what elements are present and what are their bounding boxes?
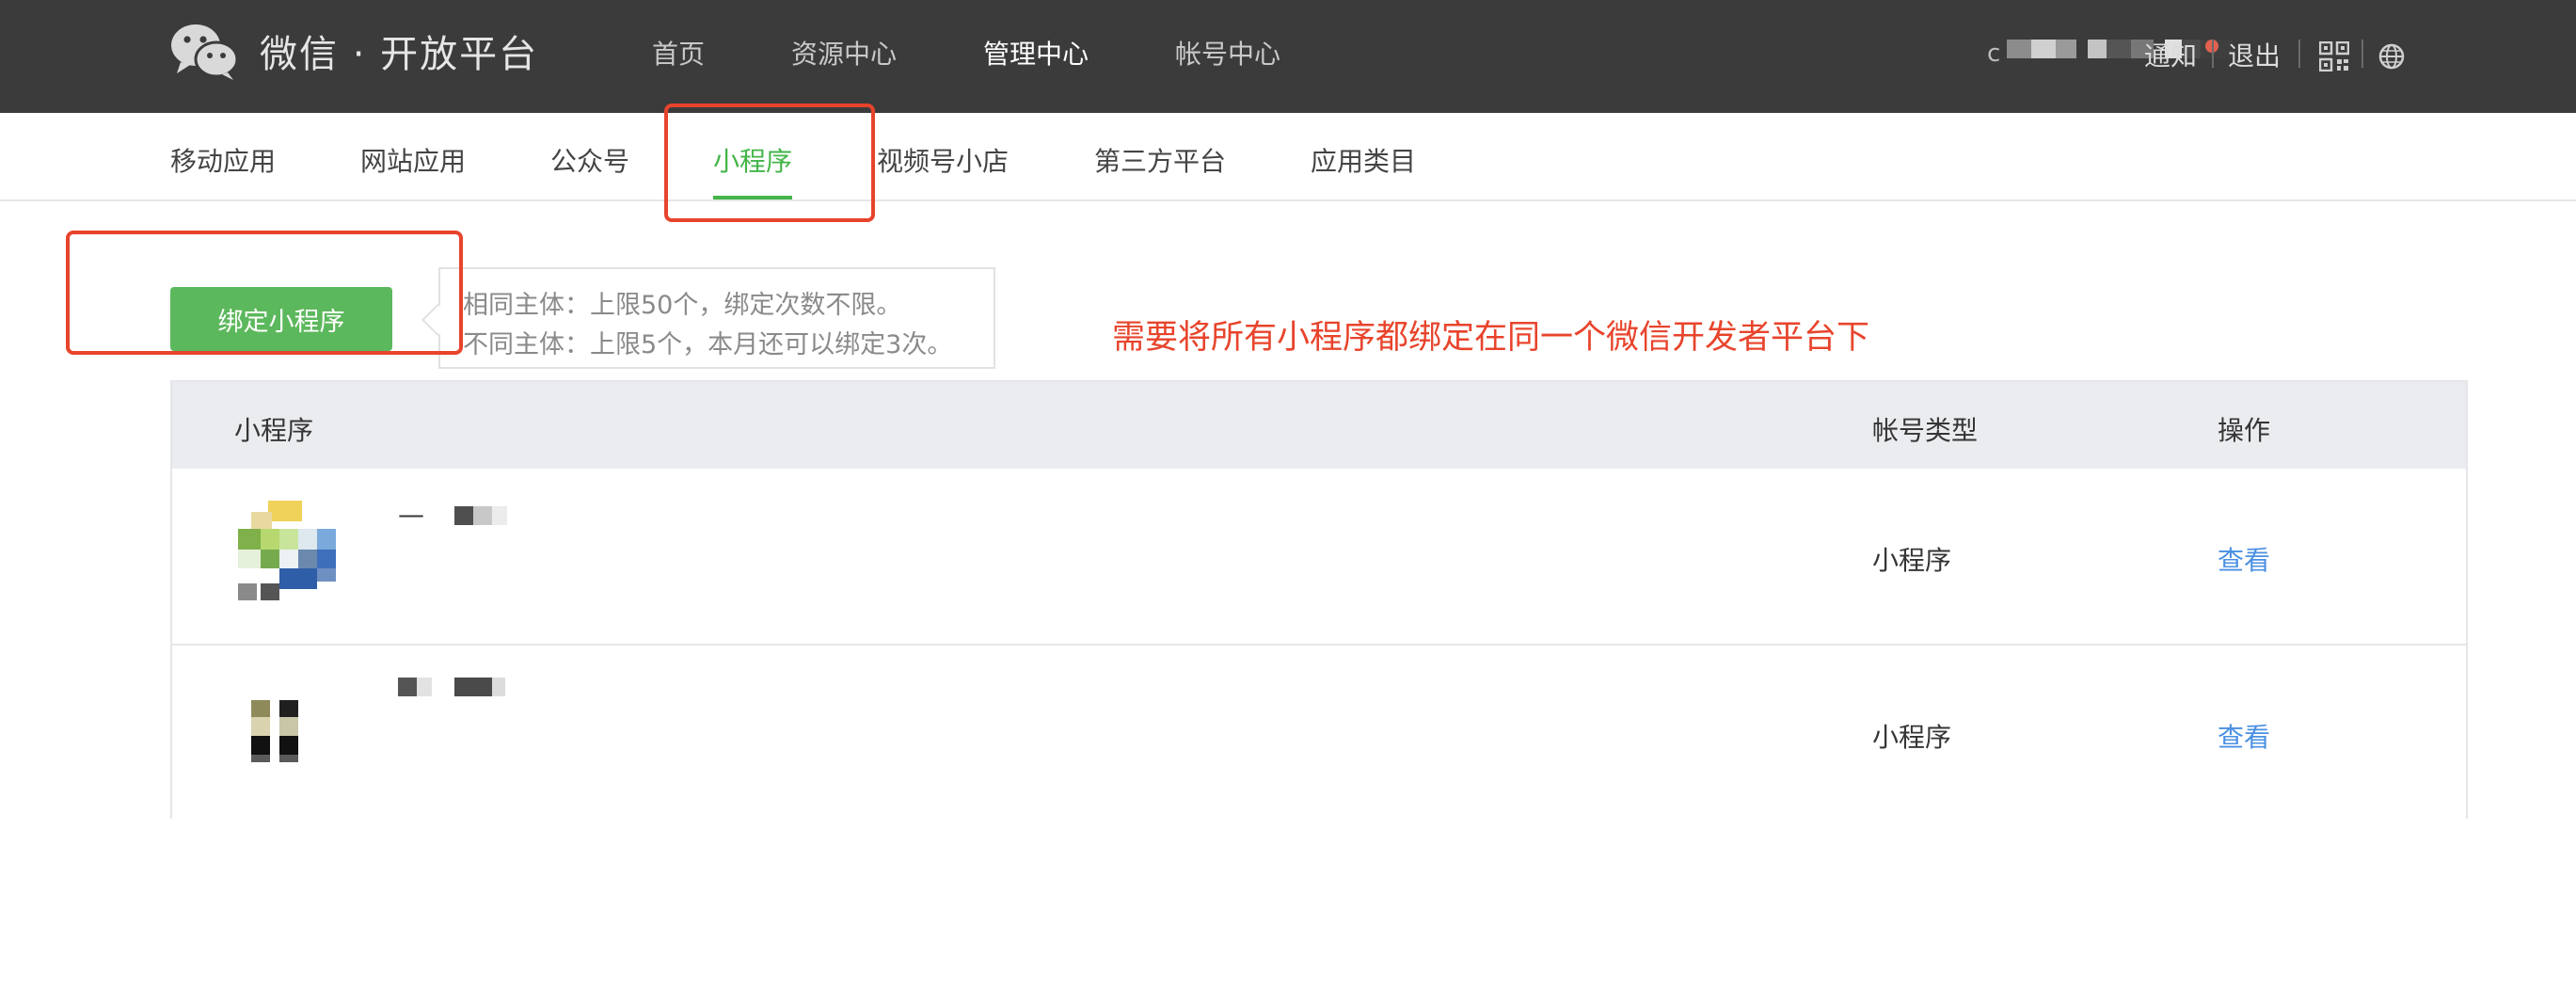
column-header-action: 操作 (2218, 415, 2271, 446)
annotation-note: 需要将所有小程序都绑定在同一个微信开发者平台下 (1112, 319, 1870, 357)
highlight-mini-program-tab (664, 104, 875, 222)
topnav-resource-center[interactable]: 资源中心 (791, 34, 897, 72)
tab-mobile-apps[interactable]: 移动应用 (170, 141, 276, 179)
user-bar: c 通知 退出 (1823, 34, 2576, 79)
topnav-account-center[interactable]: 帐号中心 (1175, 34, 1280, 72)
topnav-home[interactable]: 首页 (652, 34, 705, 72)
table-row: — 小程序 查看 (172, 469, 2466, 644)
logo-title: 微信 · 开放平台 (260, 33, 539, 76)
mini-program-avatar (238, 501, 342, 604)
wechat-open-platform-logo[interactable]: 微信 · 开放平台 (169, 21, 538, 81)
tip-different-entity: 不同主体：上限5个，本月还可以绑定3次。 (463, 330, 953, 359)
mini-program-name-fragment: — (398, 499, 424, 530)
top-nav: 首页 资源中心 管理中心 帐号中心 (652, 34, 1367, 72)
app-type-tabs: 移动应用 网站应用 公众号 小程序 视频号小店 第三方平台 应用类目 (0, 113, 2576, 201)
qrcode-icon[interactable] (2318, 40, 2350, 72)
account-type: 小程序 (1872, 545, 1952, 576)
tab-official-accounts[interactable]: 公众号 (550, 141, 629, 179)
tab-third-party-platform[interactable]: 第三方平台 (1094, 141, 1226, 179)
tab-app-categories[interactable]: 应用类目 (1311, 141, 1416, 179)
topnav-management-center[interactable]: 管理中心 (983, 34, 1089, 72)
table-row: 小程序 查看 (172, 644, 2466, 819)
account-name-prefix: c (1987, 40, 2001, 68)
table-header: 小程序 帐号类型 操作 (172, 382, 2466, 469)
logout-link[interactable]: 退出 (2228, 36, 2281, 73)
view-link[interactable]: 查看 (2218, 717, 2270, 755)
mini-program-table: 小程序 帐号类型 操作 — 小程序 查看 小程序 查看 (170, 380, 2468, 819)
mini-program-avatar (238, 700, 342, 804)
account-type: 小程序 (1872, 722, 1952, 753)
top-header: 微信 · 开放平台 首页 资源中心 管理中心 帐号中心 c 通知 退出 (0, 0, 2576, 113)
divider (2361, 40, 2363, 68)
mini-program-name-redacted (398, 678, 530, 700)
column-header-name: 小程序 (234, 415, 314, 446)
column-header-type: 帐号类型 (1872, 415, 1979, 446)
bind-limit-tip: 相同主体：上限50个，绑定次数不限。 不同主体：上限5个，本月还可以绑定3次。 (438, 267, 995, 369)
highlight-bind-button (66, 231, 463, 355)
divider (2212, 40, 2214, 68)
mini-program-name-redacted (454, 506, 586, 529)
tip-same-entity: 相同主体：上限50个，绑定次数不限。 (463, 291, 902, 320)
tab-website-apps[interactable]: 网站应用 (360, 141, 466, 179)
tab-channels-shop[interactable]: 视频号小店 (877, 141, 1009, 179)
globe-icon[interactable] (2378, 43, 2405, 70)
divider (2298, 40, 2300, 68)
wechat-logo-icon (169, 21, 241, 81)
view-link[interactable]: 查看 (2218, 540, 2270, 578)
notifications-link[interactable]: 通知 (2144, 36, 2197, 73)
